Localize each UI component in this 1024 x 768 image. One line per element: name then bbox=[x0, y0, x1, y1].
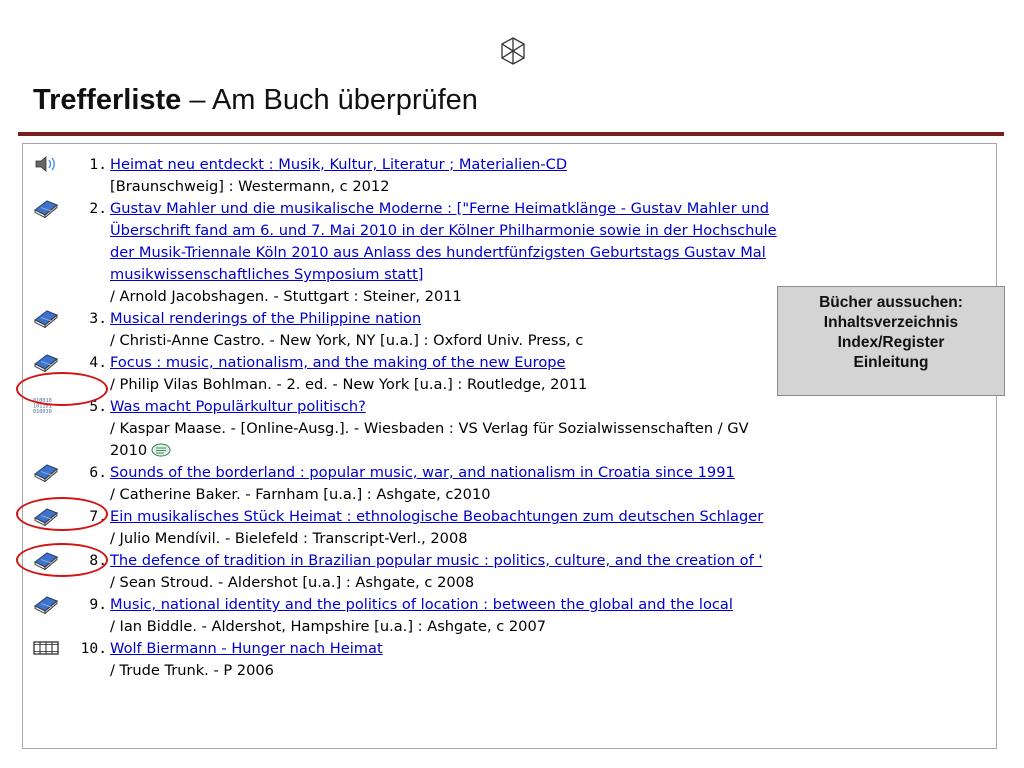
result-details-line: / Trude Trunk. - P 2006 bbox=[110, 660, 996, 682]
result-title-link[interactable]: musikwissenschaftliches Symposium statt] bbox=[110, 266, 424, 283]
result-title-link[interactable]: Focus : music, nationalism, and the maki… bbox=[110, 354, 566, 371]
result-details: / Philip Vilas Bohlman. - 2. ed. - New Y… bbox=[110, 376, 588, 393]
result-title-line: der Musik-Triennale Köln 2010 aus Anlass… bbox=[110, 242, 996, 264]
result-title-line: The defence of tradition in Brazilian po… bbox=[110, 550, 996, 572]
result-title-link[interactable]: Music, national identity and the politic… bbox=[110, 596, 733, 613]
result-title-line: Gustav Mahler und die musikalische Moder… bbox=[110, 198, 996, 220]
result-details-line: 2010 bbox=[110, 440, 996, 462]
result-details: / Arnold Jacobshagen. - Stuttgart : Stei… bbox=[110, 288, 462, 305]
result-body: Music, national identity and the politic… bbox=[110, 594, 996, 638]
results-list: 1. Heimat neu entdeckt : Musik, Kultur, L… bbox=[22, 143, 997, 749]
audio-speaker-icon bbox=[33, 154, 59, 174]
result-title-line: Ein musikalisches Stück Heimat : ethnolo… bbox=[110, 506, 996, 528]
title-divider bbox=[18, 132, 1004, 136]
result-number: 9. bbox=[89, 596, 107, 613]
film-icon bbox=[33, 638, 59, 658]
result-title-link[interactable]: Wolf Biermann - Hunger nach Heimat bbox=[110, 640, 383, 657]
book-icon bbox=[33, 594, 59, 615]
result-title-link[interactable]: Gustav Mahler und die musikalische Moder… bbox=[110, 200, 769, 217]
result-title-link[interactable]: Sounds of the borderland : popular music… bbox=[110, 464, 735, 481]
result-details: / Trude Trunk. - P 2006 bbox=[110, 662, 274, 679]
result-number: 4. bbox=[89, 354, 107, 371]
book-icon bbox=[33, 198, 59, 219]
result-details: / Catherine Baker. - Farnham [u.a.] : As… bbox=[110, 486, 491, 503]
highlight-ring-result-6 bbox=[16, 497, 108, 531]
result-details: / Julio Mendívil. - Bielefeld : Transcri… bbox=[110, 530, 468, 547]
cube-logo-icon bbox=[501, 37, 525, 65]
result-body: Sounds of the borderland : popular music… bbox=[110, 462, 996, 506]
highlight-ring-result-7 bbox=[16, 543, 108, 577]
callout-line: Index/Register bbox=[837, 334, 945, 351]
callout-line: Bücher aussuchen: bbox=[819, 294, 963, 311]
slide-title: Trefferliste – Am Buch überprüfen bbox=[33, 84, 478, 117]
book-icon bbox=[33, 308, 59, 329]
result-details-line: / Julio Mendívil. - Bielefeld : Transcri… bbox=[110, 528, 996, 550]
result-title-line: musikwissenschaftliches Symposium statt] bbox=[110, 264, 996, 286]
result-details: 2010 bbox=[110, 442, 148, 459]
result-number: 10. bbox=[80, 640, 107, 657]
result-title-line: Heimat neu entdeckt : Musik, Kultur, Lit… bbox=[110, 154, 996, 176]
result-details: / Christi-Anne Castro. - New York, NY [u… bbox=[110, 332, 584, 349]
result-title-line: Wolf Biermann - Hunger nach Heimat bbox=[110, 638, 996, 660]
result-title-line: Sounds of the borderland : popular music… bbox=[110, 462, 996, 484]
result-body: Ein musikalisches Stück Heimat : ethnolo… bbox=[110, 506, 996, 550]
result-number: 3. bbox=[89, 310, 107, 327]
result-title-link[interactable]: Heimat neu entdeckt : Musik, Kultur, Lit… bbox=[110, 156, 567, 173]
result-title-line: Music, national identity and the politic… bbox=[110, 594, 996, 616]
result-details-line: / Catherine Baker. - Farnham [u.a.] : As… bbox=[110, 484, 996, 506]
result-title-line: Was macht Populärkultur politisch? bbox=[110, 396, 996, 418]
result-title-link[interactable]: Was macht Populärkultur politisch? bbox=[110, 398, 366, 415]
result-details: / Ian Biddle. - Aldershot, Hampshire [u.… bbox=[110, 618, 547, 635]
result-number: 6. bbox=[89, 464, 107, 481]
callout-note: Bücher aussuchen: Inhaltsverzeichnis Ind… bbox=[777, 286, 1005, 396]
result-details-line: / Kaspar Maase. - [Online-Ausg.]. - Wies… bbox=[110, 418, 996, 440]
highlight-ring-result-4 bbox=[16, 372, 108, 406]
result-body: The defence of tradition in Brazilian po… bbox=[110, 550, 996, 594]
result-details: / Kaspar Maase. - [Online-Ausg.]. - Wies… bbox=[110, 420, 749, 437]
svg-text:010010: 010010 bbox=[33, 409, 52, 415]
result-body: Wolf Biermann - Hunger nach Heimat / Trud… bbox=[110, 638, 996, 682]
result-body: Heimat neu entdeckt : Musik, Kultur, Lit… bbox=[110, 154, 996, 198]
book-icon bbox=[33, 352, 59, 373]
online-access-icon[interactable] bbox=[147, 442, 171, 459]
result-details-line: / Ian Biddle. - Aldershot, Hampshire [u.… bbox=[110, 616, 996, 638]
book-icon bbox=[33, 462, 59, 483]
slide-title-rest: – Am Buch überprüfen bbox=[181, 84, 478, 116]
result-details: / Sean Stroud. - Aldershot [u.a.] : Ashg… bbox=[110, 574, 475, 591]
result-title-link[interactable]: The defence of tradition in Brazilian po… bbox=[110, 552, 762, 569]
result-number: 1. bbox=[89, 156, 107, 173]
result-title-link[interactable]: Ein musikalisches Stück Heimat : ethnolo… bbox=[110, 508, 763, 525]
result-title-link[interactable]: Musical renderings of the Philippine nat… bbox=[110, 310, 421, 327]
slide-title-bold: Trefferliste bbox=[33, 84, 182, 116]
callout-line: Inhaltsverzeichnis bbox=[823, 314, 959, 331]
result-details-line: [Braunschweig] : Westermann, c 2012 bbox=[110, 176, 996, 198]
result-number: 2. bbox=[89, 200, 107, 217]
callout-line: Einleitung bbox=[853, 354, 929, 371]
result-details-line: / Sean Stroud. - Aldershot [u.a.] : Ashg… bbox=[110, 572, 996, 594]
result-title-link[interactable]: der Musik-Triennale Köln 2010 aus Anlass… bbox=[110, 244, 766, 261]
result-details: [Braunschweig] : Westermann, c 2012 bbox=[110, 178, 390, 195]
result-title-link[interactable]: Überschrift fand am 6. und 7. Mai 2010 i… bbox=[110, 222, 777, 239]
result-title-line: Überschrift fand am 6. und 7. Mai 2010 i… bbox=[110, 220, 996, 242]
result-body: Was macht Populärkultur politisch? / Kasp… bbox=[110, 396, 996, 462]
